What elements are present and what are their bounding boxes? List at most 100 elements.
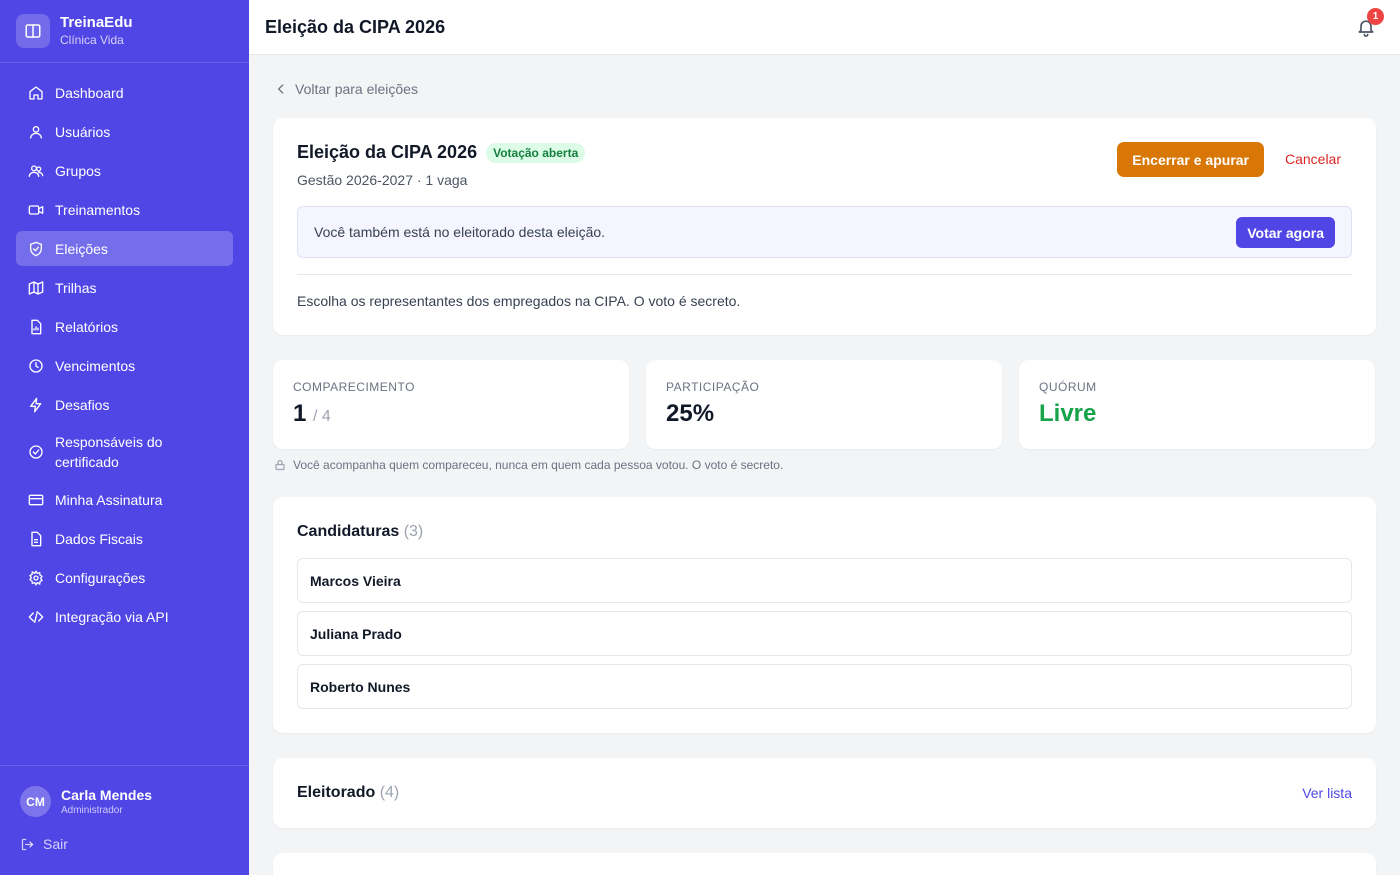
brand[interactable]: TreinaEdu Clínica Vida [0, 0, 249, 63]
section-title: Candidaturas (3) [297, 523, 1352, 541]
candidates-count: (3) [403, 523, 424, 540]
section-title: Eleitorado (4) [297, 784, 399, 802]
bell-icon [1356, 20, 1376, 41]
sidebar-item-responsaveis[interactable]: Responsáveis do certificado [16, 426, 233, 478]
stat-quorum: QUÓRUM Livre [1019, 360, 1375, 449]
user-panel: CM Carla Mendes Administrador Sair [0, 765, 249, 852]
sidebar-item-label: Grupos [55, 162, 101, 179]
sidebar-item-label: Configurações [55, 569, 146, 586]
bolt-icon [28, 397, 44, 413]
document-icon [28, 531, 44, 547]
sidebar-item-label: Dashboard [55, 84, 124, 101]
sidebar-item-label: Desafios [55, 396, 110, 413]
lock-icon [274, 459, 286, 471]
status-badge: Votação aberta [486, 142, 586, 163]
clock-icon [28, 358, 44, 374]
page-title: Eleição da CIPA 2026 [265, 16, 446, 37]
sidebar-item-desafios[interactable]: Desafios [16, 387, 233, 422]
sidebar-item-label: Trilhas [55, 279, 97, 296]
sidebar-item-label: Vencimentos [55, 357, 136, 374]
sidebar-item-usuarios[interactable]: Usuários [16, 114, 233, 149]
sidebar-item-label: Integração via API [55, 608, 169, 625]
report-icon [28, 319, 44, 335]
candidates-card: Candidaturas (3) Marcos Vieira Juliana P… [273, 497, 1376, 733]
electorate-card: Eleitorado (4) Ver lista [273, 758, 1376, 828]
list-item[interactable]: Roberto Nunes [297, 664, 1352, 709]
credit-card-icon [28, 492, 44, 508]
attendance-count: 1 [293, 400, 307, 427]
stat-label: PARTICIPAÇÃO [666, 380, 760, 394]
election-card: Eleição da CIPA 2026 Votação aberta Gest… [273, 118, 1376, 335]
home-icon [28, 85, 44, 101]
list-item[interactable]: Juliana Prado [297, 611, 1352, 656]
map-icon [28, 280, 44, 296]
sidebar: TreinaEdu Clínica Vida Dashboard Usuário… [0, 0, 249, 875]
gear-icon [28, 569, 44, 586]
privacy-note: Você acompanha quem compareceu, nunca em… [273, 458, 1376, 472]
sidebar-item-treinamentos[interactable]: Treinamentos [16, 192, 233, 227]
stat-value: Livre [1039, 400, 1097, 427]
sidebar-item-label: Treinamentos [55, 201, 141, 218]
election-description: Escolha os representantes dos empregados… [297, 293, 741, 309]
logout-button[interactable]: Sair [20, 836, 229, 852]
chevron-left-icon [274, 82, 288, 96]
voter-notice-text: Você também está no eleitorado desta ele… [314, 224, 606, 240]
attendance-total: / 4 [313, 408, 331, 425]
logout-label: Sair [43, 836, 68, 852]
list-item[interactable]: Marcos Vieira [297, 558, 1352, 603]
sidebar-item-grupos[interactable]: Grupos [16, 153, 233, 188]
sidebar-item-dados-fiscais[interactable]: Dados Fiscais [16, 521, 233, 556]
brand-name: TreinaEdu [60, 14, 133, 31]
cancel-button[interactable]: Cancelar [1285, 151, 1341, 167]
sidebar-item-vencimentos[interactable]: Vencimentos [16, 348, 233, 383]
back-link[interactable]: Voltar para eleições [273, 80, 1376, 98]
sidebar-item-label: Minha Assinatura [55, 491, 163, 508]
user-role: Administrador [61, 804, 123, 816]
view-list-link[interactable]: Ver lista [1302, 785, 1352, 801]
stat-attendance: COMPARECIMENTO 1 / 4 [273, 360, 629, 449]
sidebar-item-dashboard[interactable]: Dashboard [16, 75, 233, 110]
sidebar-item-assinatura[interactable]: Minha Assinatura [16, 482, 233, 517]
sidebar-item-api[interactable]: Integração via API [16, 599, 233, 634]
notifications-button[interactable]: 1 [1356, 8, 1384, 37]
sidebar-item-eleicoes[interactable]: Eleições [16, 231, 233, 266]
shield-icon [28, 241, 44, 257]
sidebar-item-label: Relatórios [55, 318, 119, 335]
users-icon [28, 163, 44, 179]
user-icon [28, 124, 44, 140]
sidebar-item-trilhas[interactable]: Trilhas [16, 270, 233, 305]
stat-value: 25% [666, 400, 715, 427]
electorate-title: Eleitorado [297, 784, 376, 801]
sidebar-item-configuracoes[interactable]: Configurações [16, 560, 233, 595]
sidebar-item-relatorios[interactable]: Relatórios [16, 309, 233, 344]
voter-notice: Você também está no eleitorado desta ele… [297, 206, 1352, 258]
sidebar-item-label: Responsáveis do certificado [55, 434, 163, 470]
election-title: Eleição da CIPA 2026 [297, 142, 478, 162]
video-icon [28, 202, 44, 218]
brand-org: Clínica Vida [60, 33, 124, 47]
vote-now-button[interactable]: Votar agora [1236, 217, 1335, 248]
divider [297, 274, 1352, 275]
logout-icon [20, 837, 35, 852]
user-profile[interactable]: CM Carla Mendes Administrador [20, 786, 229, 817]
sidebar-item-label: Usuários [55, 123, 111, 140]
next-card [273, 853, 1376, 875]
back-link-label: Voltar para eleições [295, 81, 418, 97]
candidates-title: Candidaturas [297, 523, 400, 540]
check-circle-icon [28, 444, 44, 460]
user-name: Carla Mendes [61, 786, 153, 803]
avatar: CM [20, 786, 51, 817]
close-and-count-button[interactable]: Encerrar e apurar [1117, 142, 1264, 177]
stat-value: 1 / 4 [293, 400, 609, 431]
notification-count-badge: 1 [1367, 8, 1384, 25]
main-content: Voltar para eleições Eleição da CIPA 202… [273, 55, 1376, 875]
stat-label: QUÓRUM [1039, 380, 1097, 394]
book-open-icon [16, 14, 50, 48]
stats-row: COMPARECIMENTO 1 / 4 PARTICIPAÇÃO 25% QU… [273, 360, 1376, 449]
stat-label: COMPARECIMENTO [293, 380, 415, 394]
sidebar-item-label: Eleições [55, 240, 108, 257]
stat-participation: PARTICIPAÇÃO 25% [646, 360, 1002, 449]
code-icon [28, 609, 44, 625]
sidebar-item-label: Dados Fiscais [55, 530, 143, 547]
privacy-note-text: Você acompanha quem compareceu, nunca em… [293, 458, 784, 472]
